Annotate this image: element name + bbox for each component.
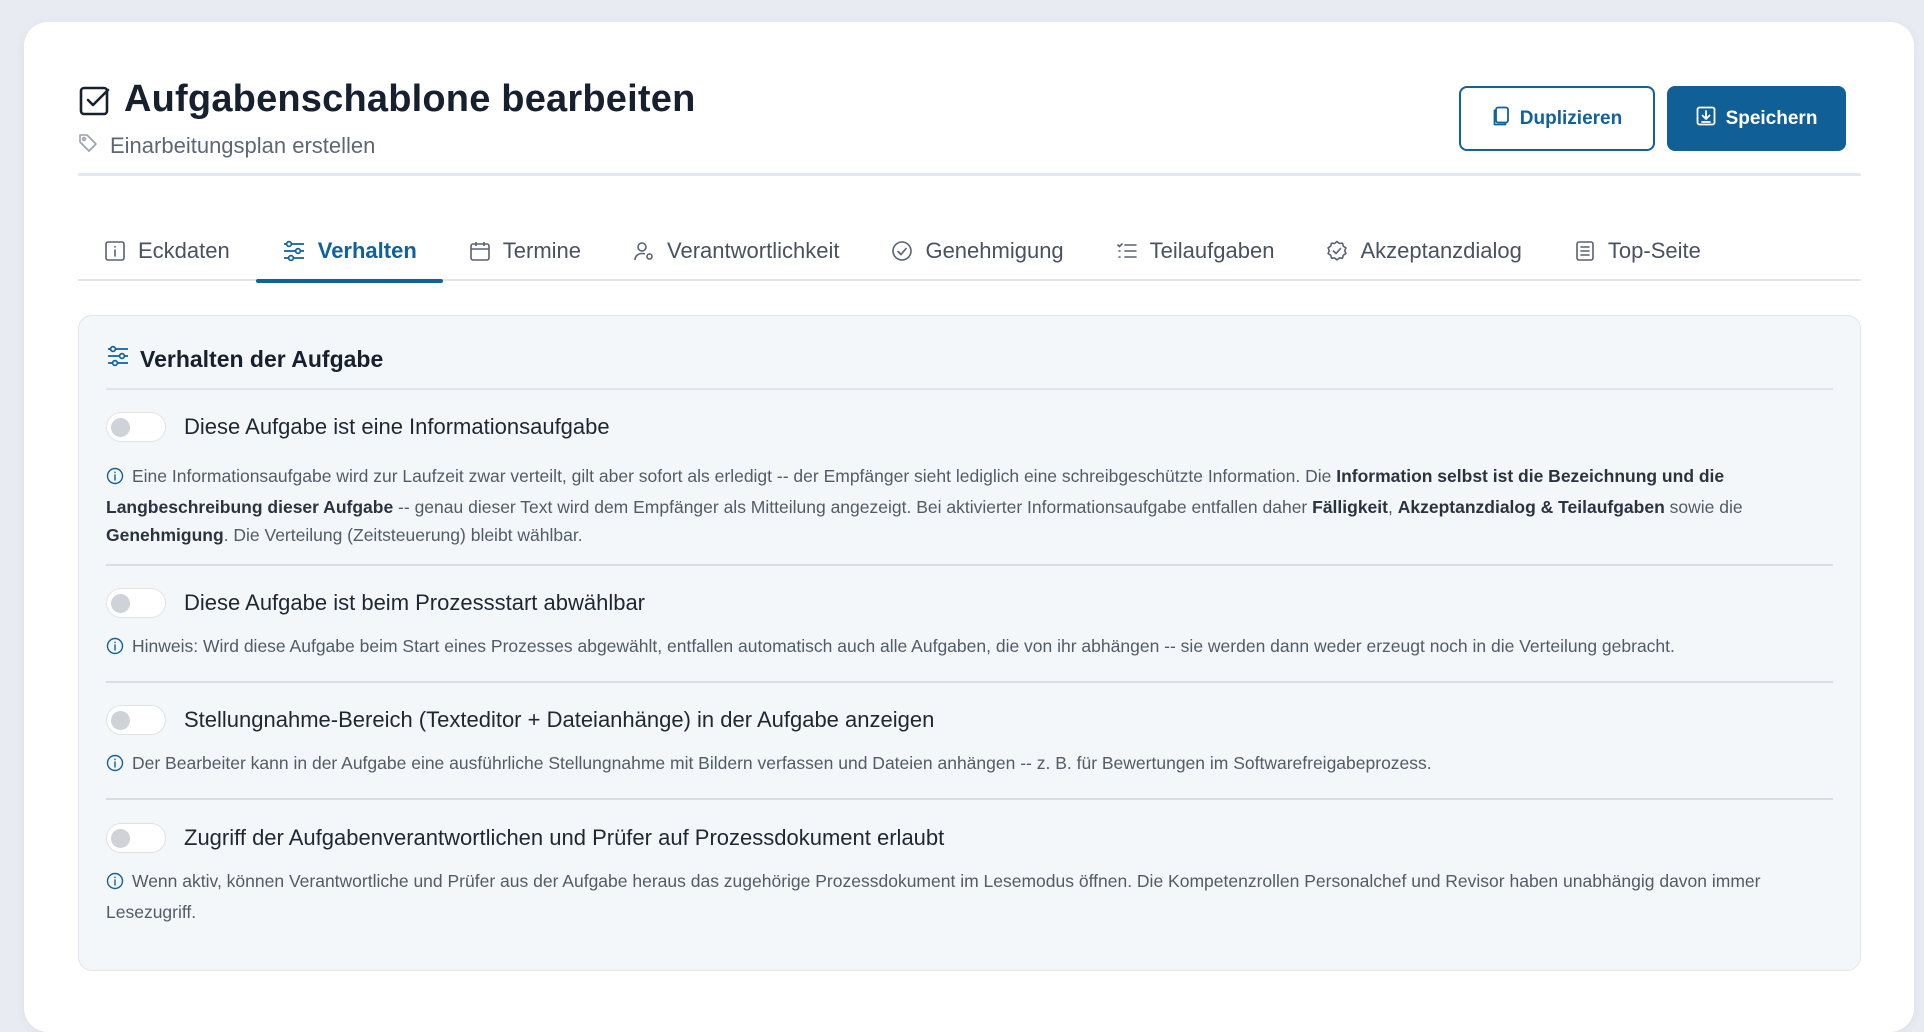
toggle-knob (111, 418, 130, 437)
tab-label: Termine (502, 237, 582, 263)
page-subtitle: Einarbeitungsplan erstellen (110, 133, 376, 158)
tab-label: Eckdaten (138, 237, 230, 263)
option-label: Stellungnahme-Bereich (Texteditor + Date… (184, 707, 935, 732)
option-divider (106, 798, 1833, 800)
info-circle-icon (106, 870, 124, 898)
option-label: Diese Aufgabe ist beim Prozessstart abwä… (184, 590, 646, 615)
tab-label: Teilaufgaben (1149, 237, 1275, 263)
help-segment: Hinweis: Wird diese Aufgabe beim Start e… (132, 636, 1675, 656)
tab-label: Top-Seite (1607, 237, 1701, 263)
tag-icon (78, 133, 98, 159)
tab-label: Akzeptanzdialog (1360, 237, 1522, 263)
option-help-text: Eine Informationsaufgabe wird zur Laufze… (106, 462, 1833, 549)
copy-icon (1492, 106, 1510, 132)
sliders-icon (282, 240, 306, 262)
behavior-panel: Verhalten der Aufgabe Diese Aufgabe ist … (78, 315, 1861, 971)
option-prozessdokument-zugriff: Zugriff der Aufgabenverantwortlichen und… (106, 823, 1833, 926)
option-help-text: Hinweis: Wird diese Aufgabe beim Start e… (106, 632, 1833, 663)
help-segment: Wenn aktiv, können Verantwortliche und P… (106, 871, 1761, 922)
option-help-text: Wenn aktiv, können Verantwortliche und P… (106, 867, 1833, 926)
tab-teilaufgaben[interactable]: Teilaufgaben (1090, 220, 1301, 281)
info-circle-icon (106, 752, 124, 780)
save-icon (1696, 106, 1716, 132)
help-segment: sowie die (1664, 497, 1743, 517)
info-circle-icon (106, 465, 124, 493)
help-segment: . Die Verteilung (Zeitsteuerung) bleibt … (223, 525, 583, 545)
panel-divider (106, 388, 1833, 390)
toggle-switch[interactable] (106, 412, 166, 442)
tab-termine[interactable]: Termine (443, 220, 607, 281)
tab-label: Verantwortlichkeit (667, 237, 840, 263)
help-emphasis: Genehmigung (106, 525, 224, 545)
badge-check-icon (1326, 240, 1348, 262)
option-abwaehlbar: Diese Aufgabe ist beim Prozessstart abwä… (106, 588, 1833, 663)
toggle-switch[interactable] (106, 705, 166, 735)
header-divider (78, 173, 1861, 176)
help-segment: , (1387, 497, 1398, 517)
list-check-icon (1116, 240, 1138, 262)
toggle-knob (111, 594, 130, 613)
user-settings-icon (633, 240, 655, 262)
tab-verantwortlichkeit[interactable]: Verantwortlichkeit (607, 220, 865, 281)
help-segment: Eine Informationsaufgabe wird zur Laufze… (132, 466, 1337, 486)
info-icon (104, 240, 126, 262)
tab-genehmigung[interactable]: Genehmigung (865, 220, 1089, 281)
tab-top-seite[interactable]: Top-Seite (1548, 220, 1727, 281)
help-segment: -- genau dieser Text wird dem Empfänger … (393, 497, 1313, 517)
toggle-switch[interactable] (106, 588, 166, 618)
header-actions: Duplizieren Speichern (1459, 86, 1846, 151)
tab-akzeptanzdialog[interactable]: Akzeptanzdialog (1300, 220, 1547, 281)
tab-label: Verhalten (317, 237, 417, 263)
calendar-icon (469, 240, 491, 262)
option-divider (106, 564, 1833, 566)
option-divider (106, 681, 1833, 683)
check-circle-icon (891, 240, 913, 262)
help-segment: Der Bearbeiter kann in der Aufgabe eine … (132, 753, 1432, 773)
tab-eckdaten[interactable]: Eckdaten (78, 220, 256, 281)
option-label: Diese Aufgabe ist eine Informationsaufga… (184, 414, 610, 439)
toggle-knob (111, 829, 130, 848)
save-button-label: Speichern (1725, 107, 1818, 129)
save-button[interactable]: Speichern (1667, 86, 1846, 151)
option-help-text: Der Bearbeiter kann in der Aufgabe eine … (106, 749, 1833, 780)
toggle-knob (111, 711, 130, 730)
option-stellungnahme: Stellungnahme-Bereich (Texteditor + Date… (106, 705, 1833, 780)
panel-heading: Verhalten der Aufgabe (106, 344, 383, 374)
page-title: Aufgabenschablone bearbeiten (124, 78, 696, 120)
option-label: Zugriff der Aufgabenverantwortlichen und… (184, 825, 945, 850)
tab-verhalten[interactable]: Verhalten (255, 220, 443, 283)
tab-label: Genehmigung (925, 237, 1064, 263)
panel-title: Verhalten der Aufgabe (140, 345, 384, 372)
help-emphasis: Akzeptanzdialog & Teilaufgaben (1397, 497, 1665, 517)
duplicate-button[interactable]: Duplizieren (1459, 86, 1655, 151)
document-icon (1574, 240, 1596, 262)
help-emphasis: Fälligkeit (1312, 497, 1388, 517)
info-circle-icon (106, 635, 124, 663)
toggle-switch[interactable] (106, 823, 166, 853)
duplicate-button-label: Duplizieren (1519, 107, 1623, 129)
tab-bar: Eckdaten Verhalten Termine Verantwortlic… (78, 220, 1861, 283)
checkbox-icon (78, 83, 112, 117)
sliders-icon (106, 344, 130, 374)
option-informationsaufgabe: Diese Aufgabe ist eine Informationsaufga… (106, 412, 1833, 549)
